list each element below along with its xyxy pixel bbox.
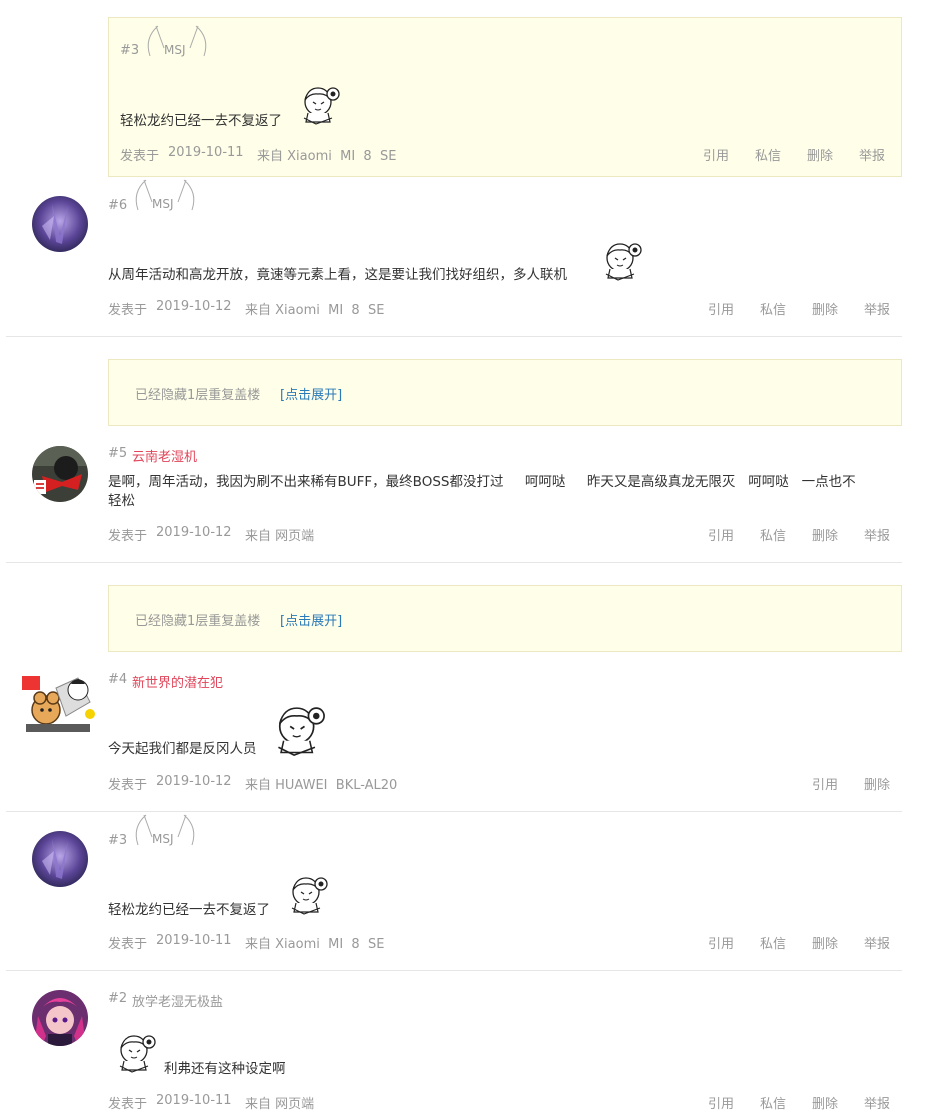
quoted-username[interactable]: MSJ: [142, 24, 212, 58]
post-divider: [6, 562, 902, 563]
post-divider: [6, 970, 902, 971]
quoted-posted-prefix: 发表于: [120, 149, 160, 164]
report-button[interactable]: 举报: [864, 1093, 890, 1112]
floor-number: #5: [108, 446, 128, 461]
post-source: 来自 Xiaomi MI 8 SE: [245, 937, 385, 952]
username[interactable]: 云南老湿机: [132, 446, 197, 465]
message-button[interactable]: 私信: [760, 1093, 786, 1112]
delete-button[interactable]: 删除: [807, 145, 833, 164]
post-source: 来自 网页端: [245, 529, 315, 544]
username[interactable]: 新世界的潜在犯: [132, 672, 223, 691]
floor-number: #2: [108, 991, 128, 1006]
post-date: 2019-10-12: [156, 774, 232, 789]
delete-button[interactable]: 删除: [812, 299, 838, 318]
quote-button[interactable]: 引用: [703, 145, 729, 164]
chibi-emoji-icon: [598, 238, 644, 282]
hidden-floors-text: 已经隐藏1层重复盖楼: [135, 388, 261, 403]
avatar[interactable]: [16, 668, 100, 734]
username[interactable]: 放学老湿无极盐: [132, 991, 223, 1010]
quoted-content: 轻松龙约已经一去不复返了: [120, 113, 282, 129]
floor-number: #6: [108, 198, 128, 213]
quote-button[interactable]: 引用: [708, 933, 734, 952]
post-date: 2019-10-11: [156, 1093, 232, 1108]
chibi-emoji-icon: [284, 872, 330, 916]
post-content: 利弗还有这种设定啊: [164, 1061, 286, 1077]
username-text: MSJ: [152, 197, 174, 211]
posted-prefix: 发表于: [108, 778, 148, 793]
post-content: 从周年活动和高龙开放，竟速等元素上看，这是要让我们找好组织，多人联机: [108, 267, 567, 283]
username[interactable]: MSJ: [130, 178, 200, 212]
username[interactable]: MSJ: [130, 813, 200, 847]
post-content-line2: 轻松: [108, 493, 135, 509]
post-date: 2019-10-12: [156, 525, 232, 540]
message-button[interactable]: 私信: [760, 525, 786, 544]
post-content: 轻松龙约已经一去不复返了: [108, 902, 270, 918]
posted-prefix: 发表于: [108, 303, 148, 318]
post-date: 2019-10-12: [156, 299, 232, 314]
quoted-username-text: MSJ: [164, 43, 186, 57]
chibi-emoji-icon: [112, 1030, 158, 1074]
quoted-post-source: 来自 Xiaomi MI 8 SE: [257, 149, 397, 164]
message-button[interactable]: 私信: [760, 933, 786, 952]
quote-button[interactable]: 引用: [708, 299, 734, 318]
posted-prefix: 发表于: [108, 1097, 148, 1112]
avatar[interactable]: [32, 446, 88, 502]
post-date: 2019-10-11: [156, 933, 232, 948]
post-source: 来自 HUAWEI BKL-AL20: [245, 778, 398, 793]
quote-button[interactable]: 引用: [708, 525, 734, 544]
delete-button[interactable]: 删除: [864, 774, 890, 793]
message-button[interactable]: 私信: [760, 299, 786, 318]
report-button[interactable]: 举报: [859, 145, 885, 164]
post-content-line1: 是啊，周年活动，我因为刷不出来稀有BUFF，最终BOSS都没打过 呵呵哒 昨天又…: [108, 474, 856, 490]
post-divider: [6, 811, 902, 812]
post-source: 来自 网页端: [245, 1097, 315, 1112]
username-text: MSJ: [152, 832, 174, 846]
quote-button[interactable]: 引用: [708, 1093, 734, 1112]
quoted-floor-number: #3: [120, 43, 140, 58]
posted-prefix: 发表于: [108, 937, 148, 952]
avatar[interactable]: [32, 831, 88, 887]
post-source: 来自 Xiaomi MI 8 SE: [245, 303, 385, 318]
expand-hidden-link[interactable]: [点击展开]: [280, 610, 342, 629]
report-button[interactable]: 举报: [864, 525, 890, 544]
expand-hidden-link[interactable]: [点击展开]: [280, 384, 342, 403]
report-button[interactable]: 举报: [864, 933, 890, 952]
delete-button[interactable]: 删除: [812, 1093, 838, 1112]
delete-button[interactable]: 删除: [812, 933, 838, 952]
avatar[interactable]: [32, 990, 88, 1046]
report-button[interactable]: 举报: [864, 299, 890, 318]
chibi-emoji-icon: [268, 700, 328, 758]
post-content: 今天起我们都是反冈人员: [108, 741, 257, 757]
quote-button[interactable]: 引用: [812, 774, 838, 793]
floor-number: #3: [108, 833, 128, 848]
floor-number: #4: [108, 672, 128, 687]
delete-button[interactable]: 删除: [812, 525, 838, 544]
posted-prefix: 发表于: [108, 529, 148, 544]
avatar[interactable]: [32, 196, 88, 252]
message-button[interactable]: 私信: [755, 145, 781, 164]
chibi-emoji-icon: [296, 82, 342, 126]
post-divider: [6, 336, 902, 337]
quoted-post-date: 2019-10-11: [168, 145, 244, 160]
hidden-floors-text: 已经隐藏1层重复盖楼: [135, 614, 261, 629]
